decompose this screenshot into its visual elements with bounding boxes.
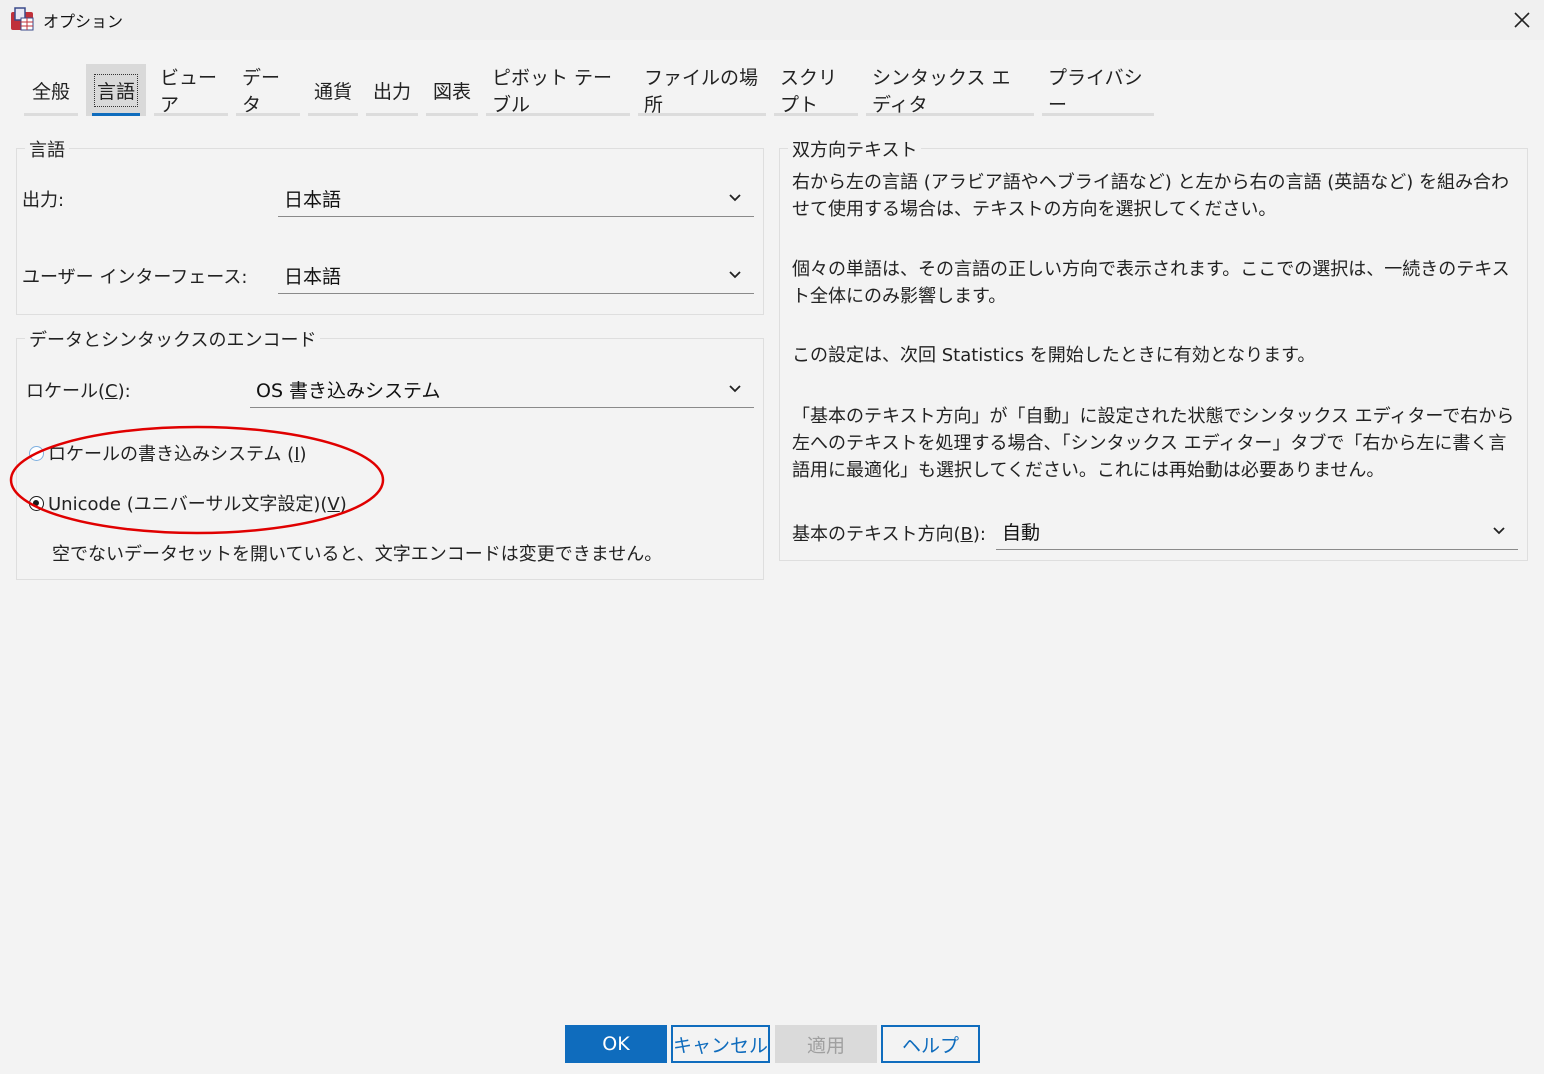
bidi-group-legend: 双方向テキスト bbox=[788, 136, 922, 162]
locale-label: ロケール(C): bbox=[26, 381, 131, 402]
tab-privacy[interactable]: プライバシー bbox=[1042, 64, 1154, 116]
language-group-legend: 言語 bbox=[25, 136, 69, 162]
tab-pivot-tables[interactable]: ピボット テーブル bbox=[486, 64, 630, 116]
help-button[interactable]: ヘルプ bbox=[881, 1025, 980, 1063]
tab-output[interactable]: 出力 bbox=[366, 64, 418, 116]
chevron-down-icon bbox=[729, 194, 741, 202]
bidi-paragraph-2: 個々の単語は、その言語の正しい方向で表示されます。ここでの選択は、一続きのテキス… bbox=[792, 259, 1510, 307]
ok-button[interactable]: OK bbox=[565, 1025, 667, 1063]
tab-syntax-editor[interactable]: シンタックス エディタ bbox=[866, 64, 1034, 116]
base-direction-select[interactable]: 自動 bbox=[996, 514, 1518, 550]
radio-button-checked[interactable] bbox=[29, 495, 44, 511]
encoding-group-legend: データとシンタックスのエンコード bbox=[25, 326, 321, 352]
tab-language[interactable]: 言語 bbox=[86, 64, 146, 116]
radio-unicode[interactable]: Unicode (ユニバーサル文字設定)(V) bbox=[29, 490, 347, 516]
base-direction-label: 基本のテキスト方向(B): bbox=[792, 524, 986, 545]
apply-button[interactable]: 適用 bbox=[775, 1025, 877, 1063]
tab-general[interactable]: 全般 bbox=[24, 64, 78, 116]
ui-language-select[interactable]: 日本語 bbox=[278, 258, 754, 294]
close-button[interactable] bbox=[1500, 0, 1544, 40]
radio-locale-label: ロケールの書き込みシステム (I) bbox=[48, 444, 307, 465]
app-icon bbox=[11, 7, 34, 31]
ui-language-label: ユーザー インターフェース: bbox=[22, 267, 248, 288]
tab-file-locations[interactable]: ファイルの場所 bbox=[638, 64, 766, 116]
radio-button[interactable] bbox=[29, 445, 44, 461]
radio-locale-writing-system[interactable]: ロケールの書き込みシステム (I) bbox=[29, 440, 307, 466]
tab-viewer[interactable]: ビューア bbox=[154, 64, 228, 116]
tab-bar: 全般 言語 ビューア データ 通貨 出力 図表 ピボット テーブル ファイルの場… bbox=[24, 64, 1162, 118]
chevron-down-icon bbox=[1493, 527, 1505, 535]
bidi-paragraph-4: 「基本のテキスト方向」が「自動」に設定された状態でシンタックス エディターで右か… bbox=[792, 406, 1515, 481]
radio-unicode-label: Unicode (ユニバーサル文字設定)(V) bbox=[48, 494, 347, 515]
tab-charts[interactable]: 図表 bbox=[426, 64, 478, 116]
tab-currency[interactable]: 通貨 bbox=[308, 64, 358, 116]
output-language-label: 出力: bbox=[22, 190, 65, 211]
chevron-down-icon bbox=[729, 385, 741, 393]
cancel-button[interactable]: キャンセル bbox=[671, 1025, 770, 1063]
chevron-down-icon bbox=[729, 271, 741, 279]
bidi-paragraph-1: 右から左の言語 (アラビア語やヘブライ語など) と左から右の言語 (英語など) … bbox=[792, 172, 1509, 220]
tab-scripts[interactable]: スクリプト bbox=[774, 64, 858, 116]
output-language-select[interactable]: 日本語 bbox=[278, 181, 754, 217]
encoding-note: 空でないデータセットを開いていると、文字エンコードは変更できません。 bbox=[52, 544, 663, 565]
locale-select[interactable]: OS 書き込みシステム bbox=[250, 372, 754, 408]
bidi-paragraph-3: この設定は、次回 Statistics を開始したときに有効となります。 bbox=[792, 345, 1316, 366]
tab-data[interactable]: データ bbox=[236, 64, 300, 116]
window-title: オプション bbox=[43, 12, 124, 31]
title-bar: オプション bbox=[0, 0, 1544, 40]
close-icon bbox=[1514, 12, 1530, 28]
